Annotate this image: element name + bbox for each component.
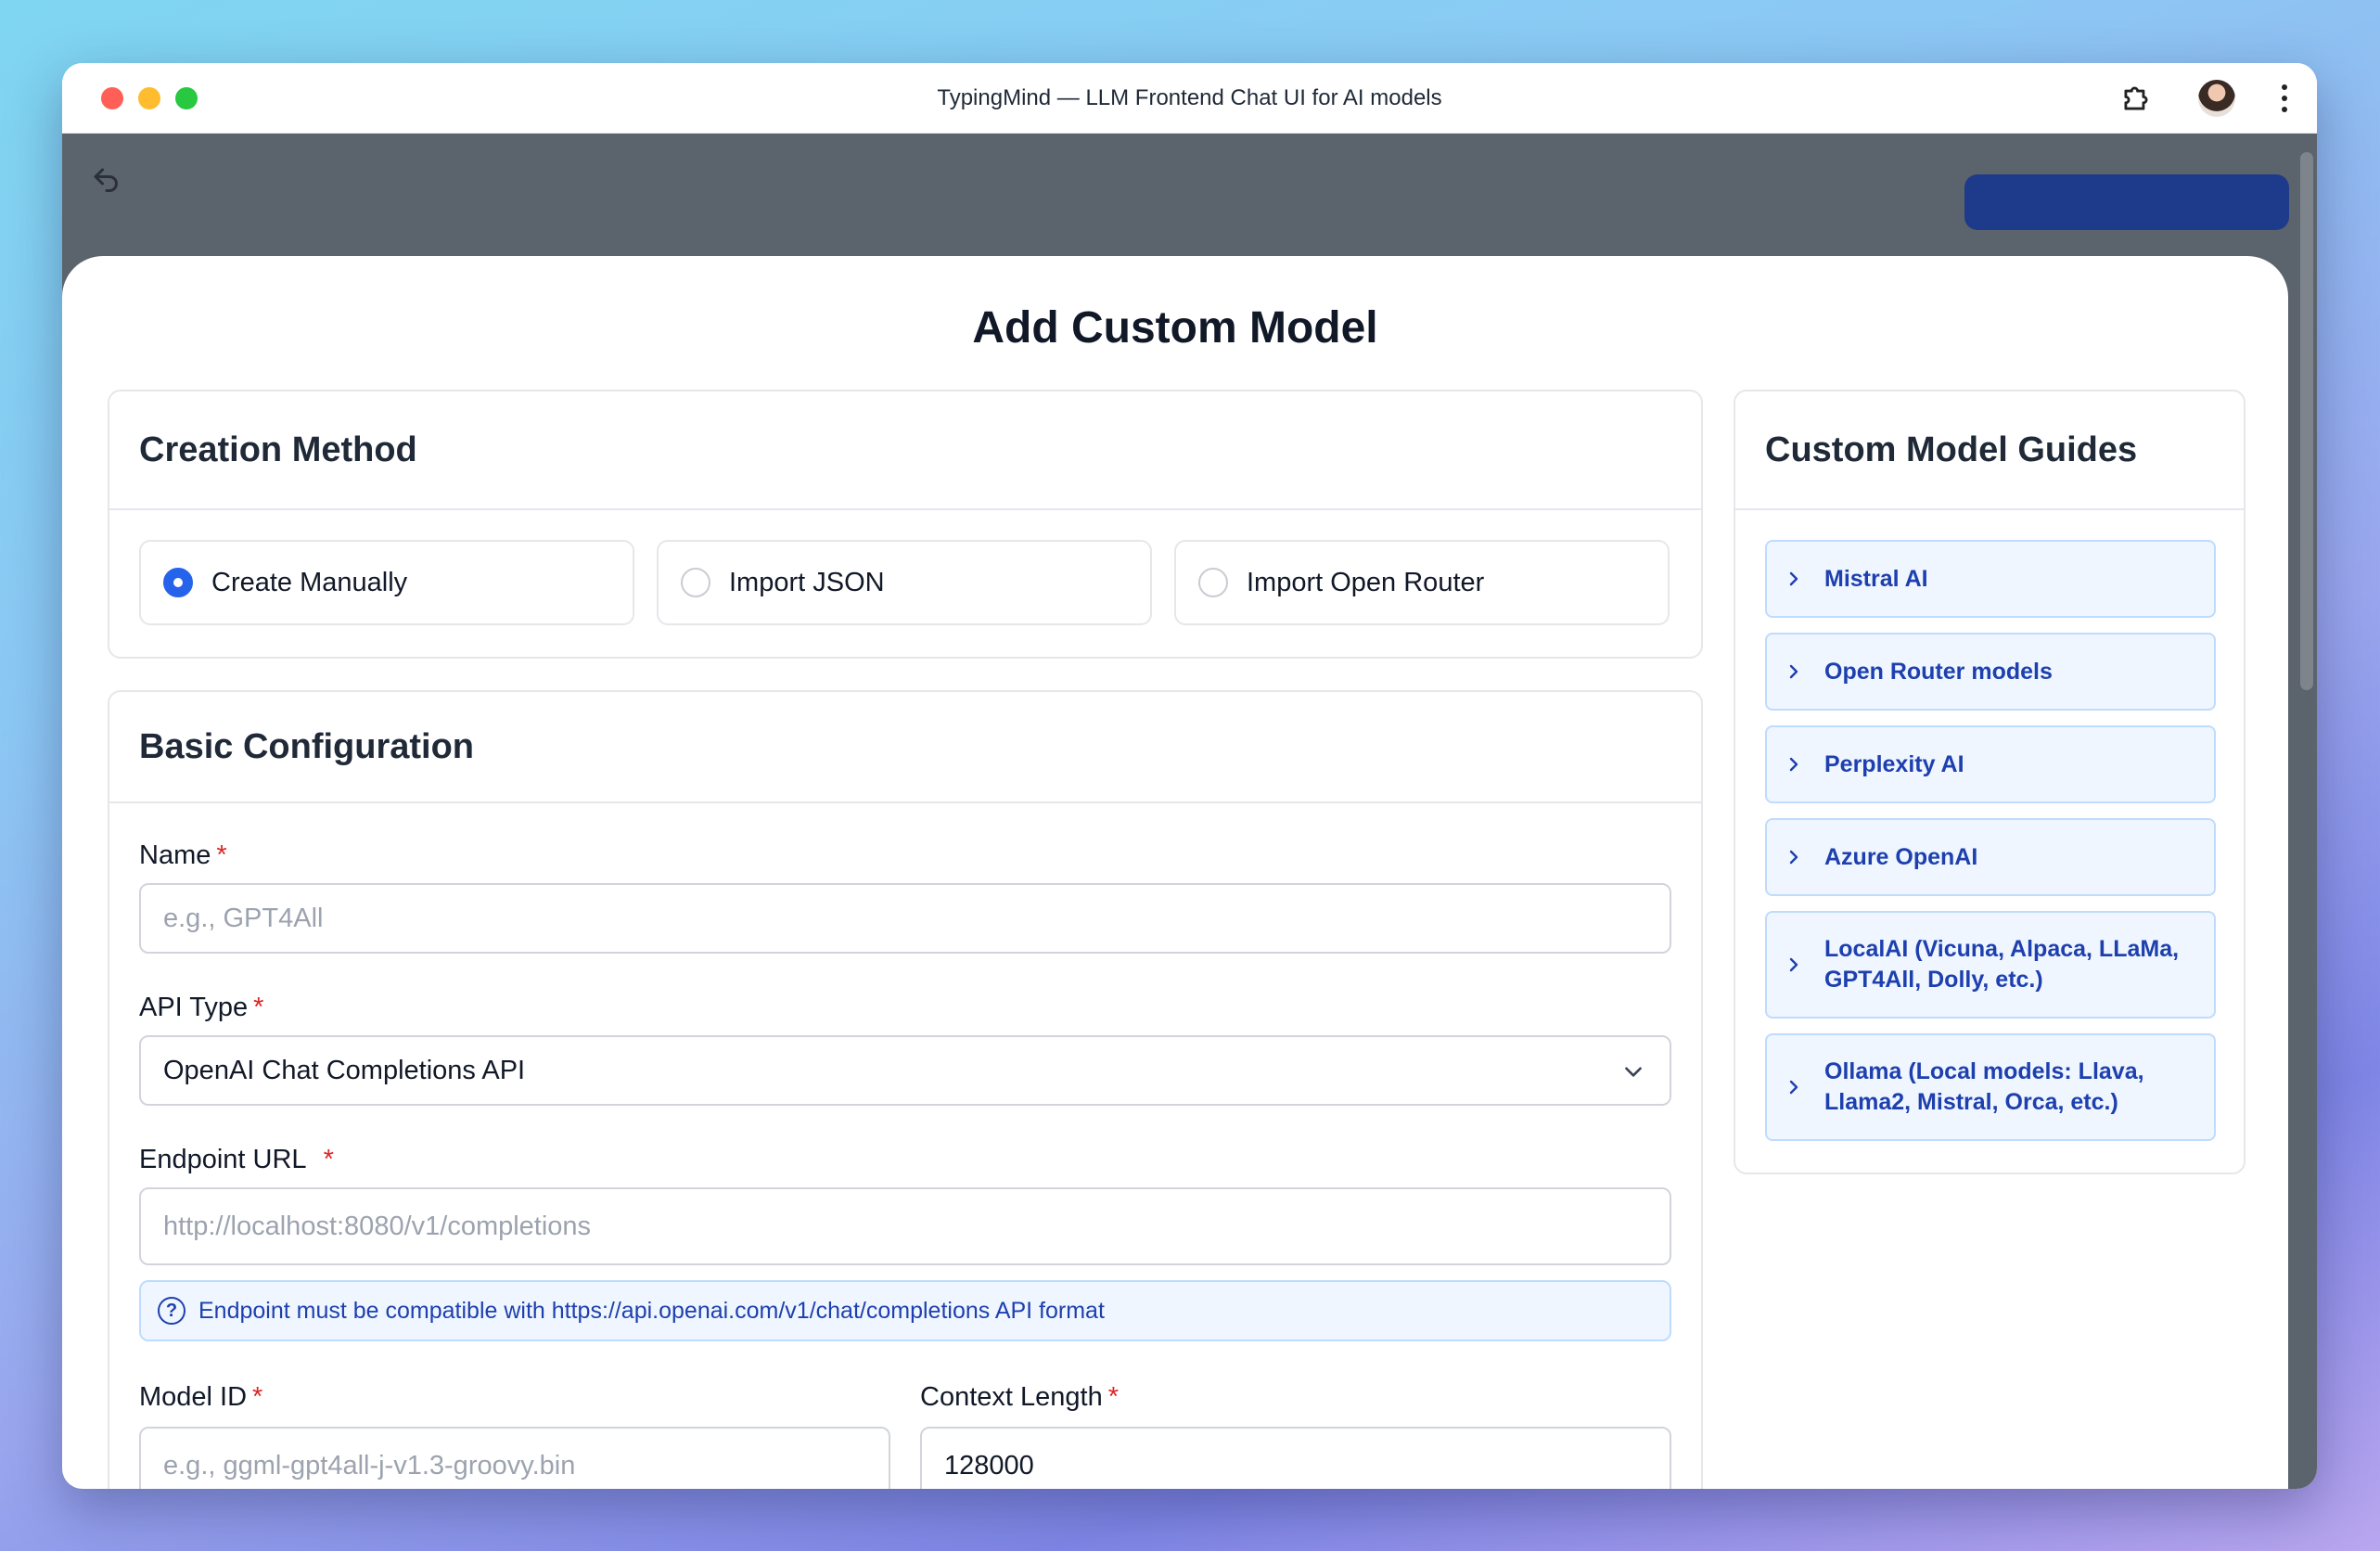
guide-azure-openai[interactable]: Azure OpenAI [1765,818,2216,896]
required-mark: * [216,840,227,870]
minimize-window-button[interactable] [138,87,160,109]
endpoint-info-note: ? Endpoint must be compatible with https… [139,1280,1671,1341]
required-mark: * [252,1382,263,1412]
avatar[interactable] [2198,80,2235,117]
context-length-input[interactable]: 128000 [920,1427,1671,1489]
context-length-label: Context Length * [920,1382,1119,1413]
api-type-value: OpenAI Chat Completions API [163,1055,526,1085]
radio-selected-icon[interactable] [163,568,193,597]
option-import-json[interactable]: Import JSON [657,540,1152,625]
endpoint-url-label: Endpoint URL * [139,1145,334,1175]
dialog-title: Add Custom Model [972,303,1378,352]
guide-label: Perplexity AI [1824,750,1964,777]
chevron-down-icon [1625,1067,1642,1077]
endpoint-url-input[interactable]: http://localhost:8080/v1/completions [139,1187,1671,1265]
guide-list: Mistral AI Open Router models Perplexity… [1735,510,2244,1141]
app-backdrop: Add Custom Model Creation Method Create … [62,134,2317,1489]
more-vert-icon[interactable] [2280,84,2289,112]
window-controls [101,87,198,109]
api-type-label: API Type * [139,993,263,1023]
option-label: Import Open Router [1247,567,1485,597]
guide-label: Open Router models [1824,658,2053,685]
scrollbar[interactable] [2300,152,2313,690]
basic-configuration-card: Basic Configuration Name * e.g., GPT4All … [108,690,1703,1489]
radio-unselected-icon[interactable] [681,568,710,597]
required-mark: * [323,1145,334,1174]
required-mark: * [1107,1382,1119,1412]
model-id-input[interactable]: e.g., ggml-gpt4all-j-v1.3-groovy.bin [139,1427,890,1489]
chevron-right-icon [1789,757,1798,772]
title-actions [2118,80,2289,117]
model-id-placeholder: e.g., ggml-gpt4all-j-v1.3-groovy.bin [163,1450,576,1480]
creation-method-heading: Creation Method [109,391,1701,510]
name-label: Name * [139,840,227,871]
chevron-right-icon [1789,957,1798,972]
guide-label: LocalAI (Vicuna, Alpaca, LLaMa, GPT4All,… [1824,936,2180,993]
custom-model-guides-card: Custom Model Guides Mistral AI Open Rout… [1734,390,2246,1174]
model-id-label: Model ID * [139,1382,262,1413]
option-label: Import JSON [729,567,885,597]
option-create-manually[interactable]: Create Manually [139,540,634,625]
context-length-label-text: Context Length [920,1382,1103,1412]
guides-heading: Custom Model Guides [1735,391,2244,510]
back-arrow-icon [94,168,118,192]
title-bar: TypingMind — LLM Frontend Chat UI for AI… [62,63,2317,134]
endpoint-label-text: Endpoint URL [139,1145,307,1174]
browser-window: TypingMind — LLM Frontend Chat UI for AI… [62,63,2317,1489]
api-type-select[interactable]: OpenAI Chat Completions API [139,1035,1671,1106]
info-question-icon: ? [158,1297,186,1325]
radio-unselected-icon[interactable] [1198,568,1228,597]
option-import-open-router[interactable]: Import Open Router [1174,540,1670,625]
chevron-right-icon [1789,664,1798,679]
creation-method-card: Creation Method Create Manually Import J… [108,390,1703,659]
guide-localai[interactable]: LocalAI (Vicuna, Alpaca, LLaMa, GPT4All,… [1765,911,2216,1019]
api-type-label-text: API Type [139,993,249,1022]
zoom-window-button[interactable] [175,87,198,109]
context-length-value: 128000 [944,1450,1034,1480]
creation-method-options: Create Manually Import JSON Import Open … [109,510,1701,625]
required-mark: * [253,993,264,1022]
model-id-label-text: Model ID [139,1382,248,1412]
name-placeholder: e.g., GPT4All [163,903,324,933]
guide-label: Ollama (Local models: Llava, Llama2, Mis… [1824,1058,2144,1115]
chevron-right-icon [1789,571,1798,586]
endpoint-placeholder: http://localhost:8080/v1/completions [163,1211,592,1241]
chevron-right-icon [1789,1080,1798,1095]
window-title: TypingMind — LLM Frontend Chat UI for AI… [937,84,1442,110]
add-custom-model-dialog: Add Custom Model Creation Method Create … [62,256,2288,1489]
background-button [1964,174,2289,230]
extension-icon[interactable] [2118,81,2154,116]
close-window-button[interactable] [101,87,123,109]
guide-label: Mistral AI [1824,565,1928,592]
name-label-text: Name [139,840,211,870]
chevron-right-icon [1789,850,1798,865]
option-label: Create Manually [211,567,408,597]
guide-ollama[interactable]: Ollama (Local models: Llava, Llama2, Mis… [1765,1033,2216,1141]
endpoint-info-text: Endpoint must be compatible with https:/… [198,1297,1105,1324]
name-input[interactable]: e.g., GPT4All [139,883,1671,954]
guide-label: Azure OpenAI [1824,843,1978,870]
guide-open-router-models[interactable]: Open Router models [1765,633,2216,711]
guide-mistral-ai[interactable]: Mistral AI [1765,540,2216,618]
guide-perplexity-ai[interactable]: Perplexity AI [1765,725,2216,803]
basic-configuration-heading: Basic Configuration [109,692,1701,803]
